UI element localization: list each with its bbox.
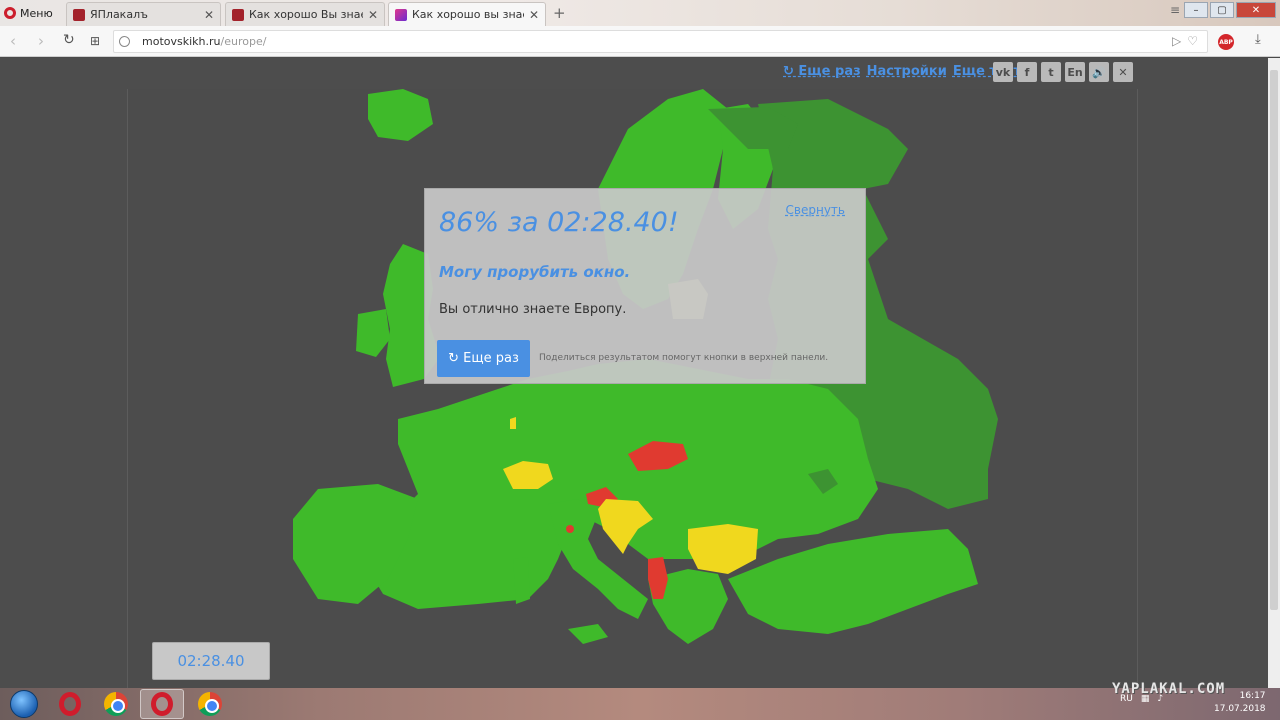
tab-title: Как хорошо Вы знаете ка [249,8,363,21]
result-quote: Могу прорубить окно. [439,263,631,281]
download-icon[interactable]: ⤓ [1255,32,1261,47]
country-sicily[interactable] [568,624,608,644]
opera-icon [151,692,173,716]
country-luxembourg[interactable] [510,417,516,429]
opera-icon [59,692,81,716]
clock-date: 17.07.2018 [1214,704,1266,714]
site-info-icon[interactable] [119,36,130,47]
country-ireland[interactable] [356,309,390,357]
language-en-icon[interactable]: En [1065,62,1085,82]
forward-icon[interactable]: › [38,32,44,50]
site-favicon-icon [395,8,407,21]
send-icon[interactable]: ▷ [1172,34,1181,48]
taskbar-chrome-running[interactable] [188,689,232,719]
tab-menu-icon[interactable]: ≡ [1170,3,1180,17]
country-iceland[interactable] [368,89,433,141]
url-field[interactable]: motovskikh.ru/europe/ [113,30,1208,53]
close-x-icon[interactable]: ✕ [1113,62,1133,82]
result-verdict: Вы отлично знаете Европу. [439,302,627,317]
close-tab-icon[interactable]: ✕ [529,8,539,22]
scrollbar-thumb[interactable] [1270,70,1278,610]
country-sardinia[interactable] [513,557,530,604]
tab-title: Как хорошо вы знаете Ев [412,8,524,21]
timer-display: 02:28.40 [152,642,270,680]
country-monaco[interactable] [566,525,574,533]
map-svg [293,89,998,644]
try-again-button[interactable]: ↻ Еще раз [437,340,530,377]
europe-map [127,89,1138,688]
vk-icon[interactable]: vk [993,62,1013,82]
sound-icon[interactable]: 🔊 [1089,62,1109,82]
again-link[interactable]: ↻ Еще раз [783,64,861,79]
taskbar-opera-running[interactable] [140,689,184,719]
close-tab-icon[interactable]: ✕ [204,8,214,22]
minimize-icon[interactable]: – [1184,2,1208,18]
maximize-icon[interactable]: ▢ [1210,2,1234,18]
tab-quiz-europe[interactable]: Как хорошо вы знаете Ев ✕ [388,2,546,26]
tab-title: ЯПлакалъ [90,8,148,21]
windows-start-icon [10,690,38,718]
adblock-icon[interactable]: ABP [1218,34,1234,50]
result-panel: 86% за 02:28.40! Свернуть Могу прорубить… [424,188,866,384]
country-bulgaria[interactable] [688,524,758,574]
bookmark-heart-icon[interactable]: ♡ [1187,34,1198,48]
settings-link[interactable]: Настройки [867,64,947,79]
twitter-icon[interactable]: t [1041,62,1061,82]
facebook-icon[interactable]: f [1017,62,1037,82]
address-bar: ‹ › ↻ ⊞ motovskikh.ru/europe/ ▷ ♡ ABP ⤓ [0,26,1280,57]
yaplakal-favicon-icon [73,8,85,21]
new-tab-icon[interactable]: + [553,4,566,22]
browser-tab-bar: Меню ЯПлакалъ ✕ Как хорошо Вы знаете ка … [0,0,1280,26]
chrome-icon [198,692,222,716]
windows-taskbar: RU ▦ ♪ 16:17 17.07.2018 [0,688,1280,720]
taskbar-chrome-pinned[interactable] [94,689,138,719]
taskbar-opera-pinned[interactable] [48,689,92,719]
page-scrollbar[interactable] [1268,58,1280,688]
menu-label: Меню [20,6,53,20]
result-score: 86% за 02:28.40! [439,207,679,238]
collapse-link[interactable]: Свернуть [786,203,845,217]
chrome-icon [104,692,128,716]
back-icon[interactable]: ‹ [10,32,16,50]
close-tab-icon[interactable]: ✕ [368,8,378,22]
yaplakal-favicon-icon [232,8,244,21]
url-path: /europe/ [220,35,267,48]
url-host: motovskikh.ru [142,35,221,48]
opera-logo-icon [4,7,16,19]
window-close-icon[interactable]: ✕ [1236,2,1276,18]
opera-menu-button[interactable]: Меню [4,4,53,22]
share-hint: Поделиться результатом помогут кнопки в … [539,353,829,363]
social-buttons: vk f t En 🔊 ✕ [993,62,1133,82]
reload-icon[interactable]: ↻ [63,32,75,48]
start-button[interactable] [2,689,46,719]
speed-dial-icon[interactable]: ⊞ [90,34,100,48]
tab-quiz-1[interactable]: Как хорошо Вы знаете ка ✕ [225,2,385,26]
tab-yaplakal[interactable]: ЯПлакалъ ✕ [66,2,221,26]
site-watermark: YAPLAKAL.COM [1112,681,1226,697]
